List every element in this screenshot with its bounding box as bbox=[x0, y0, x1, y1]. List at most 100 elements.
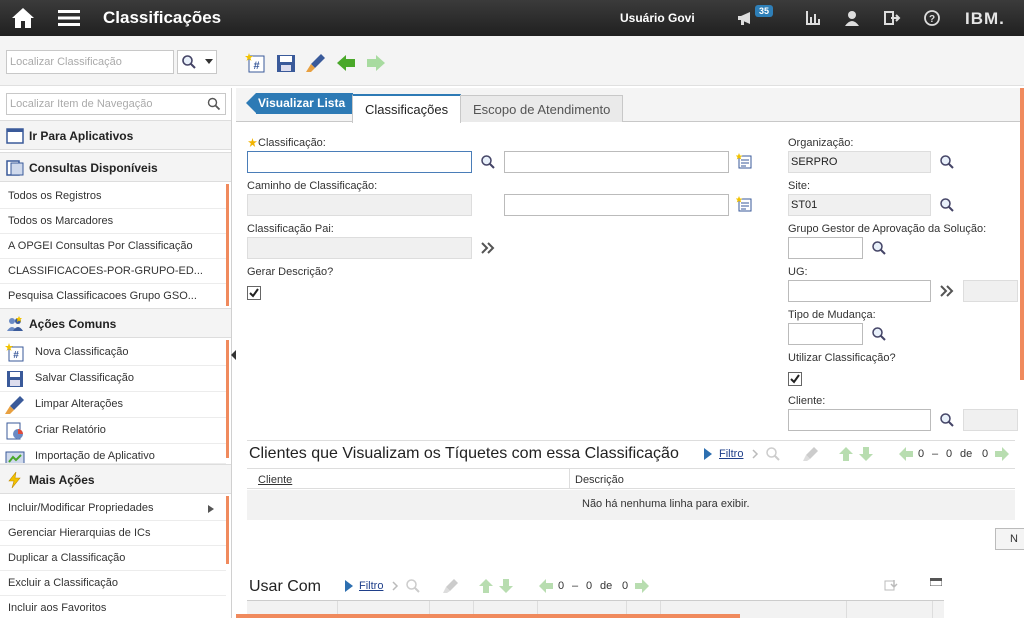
new-record-icon[interactable]: # bbox=[245, 52, 267, 74]
more-action-item[interactable]: Incluir aos Favoritos bbox=[0, 596, 226, 618]
actions-scrollbar[interactable] bbox=[226, 340, 229, 458]
action-import-app[interactable]: Importação de Aplicativo bbox=[0, 444, 226, 464]
clear-changes-icon[interactable] bbox=[443, 578, 459, 594]
more-actions-scrollbar[interactable] bbox=[226, 496, 229, 564]
next-page-icon[interactable] bbox=[634, 578, 650, 594]
more-action-item[interactable]: Incluir/Modificar Propriedades bbox=[0, 496, 226, 521]
classification-input[interactable] bbox=[247, 151, 472, 173]
filter-arrow-icon[interactable] bbox=[344, 580, 354, 592]
chart-icon[interactable] bbox=[804, 9, 822, 27]
site-input[interactable]: ST01 bbox=[788, 194, 931, 216]
action-new-classification[interactable]: # Nova Classificação bbox=[0, 340, 226, 366]
new-record-icon: # bbox=[5, 343, 24, 362]
query-item[interactable]: Todos os Registros bbox=[0, 184, 226, 209]
megaphone-icon[interactable] bbox=[736, 9, 754, 27]
path-label: Caminho de Classificação: bbox=[247, 180, 378, 192]
people-icon bbox=[7, 316, 23, 331]
notification-badge[interactable]: 35 bbox=[755, 5, 774, 17]
pager-to: 0 bbox=[946, 448, 953, 460]
search-icon[interactable] bbox=[871, 240, 887, 256]
go-to-apps-header[interactable]: Ir Para Aplicativos bbox=[0, 120, 231, 150]
use-classification-checkbox[interactable] bbox=[788, 372, 802, 386]
action-clear-changes[interactable]: Limpar Alterações bbox=[0, 392, 226, 418]
ug-description-input bbox=[963, 280, 1018, 302]
search-icon[interactable] bbox=[939, 412, 955, 428]
download-icon[interactable] bbox=[884, 578, 898, 592]
logout-icon[interactable] bbox=[883, 9, 901, 27]
more-action-item[interactable]: Excluir a Classificação bbox=[0, 571, 226, 596]
queries-header[interactable]: Consultas Disponíveis bbox=[0, 152, 231, 182]
horizontal-scrollbar[interactable] bbox=[236, 614, 740, 618]
long-description-icon[interactable] bbox=[736, 153, 752, 169]
navigation-search-input[interactable]: Localizar Item de Navegação bbox=[6, 93, 226, 115]
action-save-classification[interactable]: Salvar Classificação bbox=[0, 366, 226, 392]
up-arrow-icon[interactable] bbox=[838, 446, 854, 462]
search-icon[interactable] bbox=[480, 154, 496, 170]
long-description-icon[interactable] bbox=[736, 196, 752, 212]
save-icon[interactable] bbox=[275, 52, 297, 74]
pager-dash: – bbox=[932, 448, 939, 460]
generate-description-checkbox[interactable] bbox=[247, 286, 261, 300]
down-arrow-icon[interactable] bbox=[498, 578, 514, 594]
go-to-icon[interactable] bbox=[939, 283, 955, 299]
menu-icon[interactable] bbox=[56, 8, 82, 28]
down-arrow-icon[interactable] bbox=[858, 446, 874, 462]
pager-total: 0 bbox=[622, 580, 629, 592]
search-icon[interactable] bbox=[405, 578, 421, 594]
classification-description-input[interactable] bbox=[504, 151, 729, 173]
change-type-input[interactable] bbox=[788, 323, 863, 345]
usar-com-filter-link[interactable]: Filtro bbox=[359, 580, 383, 592]
previous-page-icon[interactable] bbox=[898, 446, 914, 462]
approval-group-input[interactable] bbox=[788, 237, 863, 259]
search-icon[interactable] bbox=[939, 197, 955, 213]
vertical-scrollbar[interactable] bbox=[1020, 88, 1024, 380]
go-to-apps-label: Ir Para Aplicativos bbox=[29, 129, 134, 143]
clear-changes-icon[interactable] bbox=[305, 52, 327, 74]
view-list-button[interactable]: Visualizar Lista bbox=[245, 93, 354, 114]
save-icon bbox=[7, 371, 23, 387]
home-icon[interactable] bbox=[10, 6, 36, 30]
common-actions-header[interactable]: Ações Comuns bbox=[0, 308, 231, 338]
record-search-input[interactable]: Localizar Classificação bbox=[6, 50, 174, 74]
query-item[interactable]: A OPGEI Consultas Por Classificação bbox=[0, 234, 226, 259]
query-item[interactable]: CLASSIFICACOES-POR-GRUPO-ED... bbox=[0, 259, 226, 284]
clients-table-toolbar: Filtro 0 – 0 de 0 bbox=[703, 446, 1013, 466]
ug-input[interactable] bbox=[788, 280, 931, 302]
more-action-item[interactable]: Duplicar a Classificação bbox=[0, 546, 226, 571]
query-item[interactable]: Todos os Marcadores bbox=[0, 209, 226, 234]
search-dropdown-button[interactable] bbox=[177, 50, 217, 74]
search-icon[interactable] bbox=[765, 446, 781, 462]
search-icon[interactable] bbox=[939, 154, 955, 170]
required-star-icon bbox=[248, 138, 257, 147]
person-icon[interactable] bbox=[843, 9, 861, 27]
organization-input[interactable]: SERPRO bbox=[788, 151, 931, 173]
path-description-input[interactable] bbox=[504, 194, 729, 216]
search-icon[interactable] bbox=[207, 97, 221, 111]
go-to-icon[interactable] bbox=[480, 240, 496, 256]
next-page-icon[interactable] bbox=[994, 446, 1010, 462]
filter-arrow-icon[interactable] bbox=[703, 448, 713, 460]
client-input[interactable] bbox=[788, 409, 931, 431]
column-client[interactable]: Cliente bbox=[258, 474, 292, 486]
search-icon[interactable] bbox=[871, 326, 887, 342]
new-row-button[interactable]: N bbox=[995, 528, 1024, 550]
action-create-report[interactable]: Criar Relatório bbox=[0, 418, 226, 444]
navigation-sidebar: Localizar Item de Navegação Ir Para Apli… bbox=[0, 88, 232, 618]
tab-classificacoes[interactable]: Classificações bbox=[352, 94, 462, 123]
collapse-section-icon[interactable] bbox=[930, 578, 942, 586]
queries-scrollbar[interactable] bbox=[226, 184, 229, 306]
more-actions-header[interactable]: Mais Ações bbox=[0, 464, 231, 494]
user-name[interactable]: Usuário Govi bbox=[620, 11, 695, 25]
forward-arrow-icon[interactable] bbox=[365, 52, 387, 74]
column-divider bbox=[569, 469, 570, 489]
tab-escopo-atendimento[interactable]: Escopo de Atendimento bbox=[460, 95, 624, 122]
previous-page-icon[interactable] bbox=[538, 578, 554, 594]
clients-filter-link[interactable]: Filtro bbox=[719, 448, 743, 460]
help-icon[interactable]: ? bbox=[923, 9, 941, 27]
more-action-item[interactable]: Gerenciar Hierarquias de ICs bbox=[0, 521, 226, 546]
clear-changes-icon[interactable] bbox=[803, 446, 819, 462]
back-arrow-icon[interactable] bbox=[335, 52, 357, 74]
column-description[interactable]: Descrição bbox=[575, 474, 624, 486]
query-item[interactable]: Pesquisa Classificacoes Grupo GSO... bbox=[0, 284, 226, 309]
up-arrow-icon[interactable] bbox=[478, 578, 494, 594]
